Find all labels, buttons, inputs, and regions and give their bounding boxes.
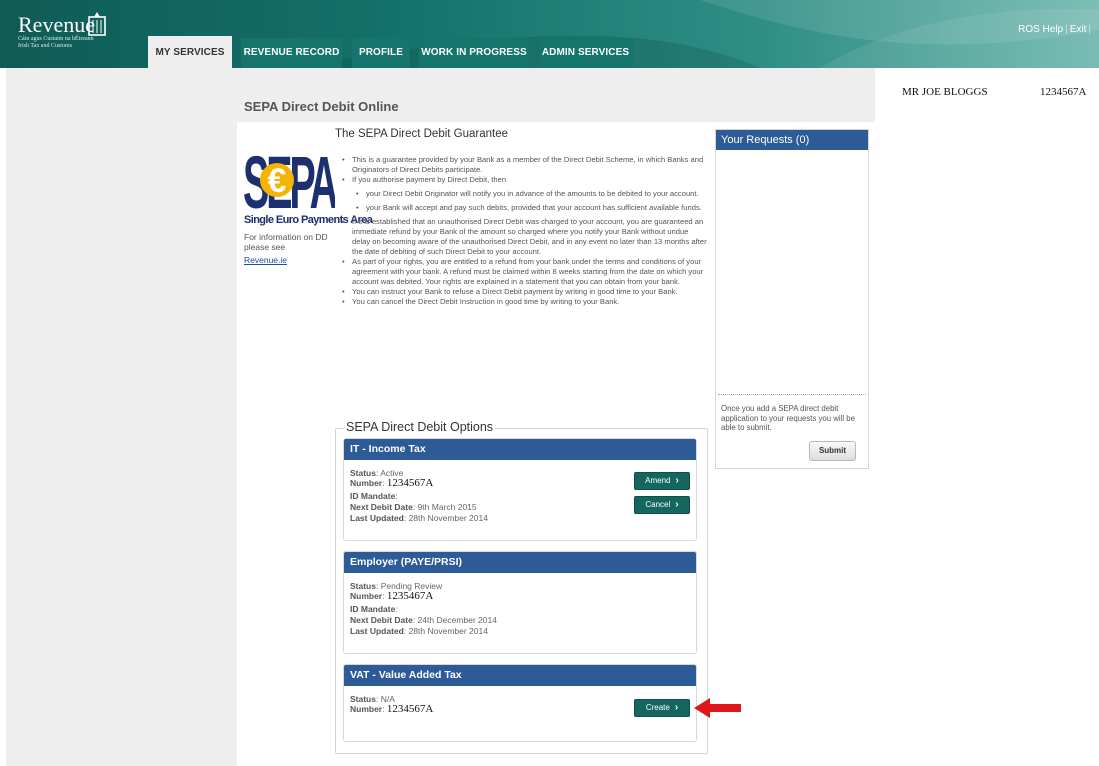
dd-info-text: For information on DD please see	[244, 232, 328, 252]
last-updated-field: Last Updated: 28th November 2014	[350, 513, 488, 523]
number-field: Number: 1234567A	[350, 703, 434, 715]
submit-button[interactable]: Submit	[809, 441, 856, 461]
ros-help-link[interactable]: ROS Help	[1018, 24, 1063, 35]
header-links: ROS Help | Exit |	[1018, 24, 1091, 35]
income-tax-card: IT - Income Tax Status: Active Number: 1…	[343, 438, 697, 541]
mandate-field: ID Mandate:	[350, 491, 398, 501]
employer-card: Employer (PAYE/PRSI) Status: Pending Rev…	[343, 551, 697, 654]
sepa-logo: SEPA €	[243, 141, 335, 214]
amend-button[interactable]: Amend ›	[634, 472, 690, 490]
tab-revenue-record[interactable]: REVENUE RECORD	[241, 38, 342, 68]
tab-my-services[interactable]: MY SERVICES	[148, 36, 232, 68]
options-legend: SEPA Direct Debit Options	[344, 420, 496, 434]
chevron-right-icon: ›	[675, 475, 679, 486]
cancel-button[interactable]: Cancel ›	[634, 496, 690, 514]
number-field: Number: 1235467A	[350, 590, 434, 602]
user-id: 1234567A	[1040, 86, 1087, 98]
tab-profile[interactable]: PROFILE	[352, 38, 410, 68]
create-button[interactable]: Create ›	[634, 699, 690, 717]
guarantee-item: This is a guarantee provided by your Ban…	[342, 155, 707, 175]
guarantee-item: If you authorise payment by Direct Debit…	[342, 175, 707, 185]
exit-link[interactable]: Exit	[1070, 24, 1087, 35]
tab-admin-services[interactable]: ADMIN SERVICES	[538, 38, 633, 68]
chevron-right-icon: ›	[674, 702, 679, 713]
guarantee-subitem: your Bank will accept and pay such debit…	[342, 203, 707, 213]
svg-text:€: €	[268, 162, 287, 200]
number-field: Number: 1234567A	[350, 477, 434, 489]
user-name: MR JOE BLOGGS	[902, 86, 988, 98]
guarantee-item: As part of your rights, you are entitled…	[342, 257, 707, 287]
page-title: SEPA Direct Debit Online	[244, 99, 399, 114]
top-banner: Revenue Cáin agus Custaim na hÉireann Ir…	[0, 0, 1099, 68]
tab-work-in-progress[interactable]: WORK IN PROGRESS	[419, 38, 529, 68]
requests-title: Your Requests (0)	[716, 130, 868, 150]
card-title: VAT - Value Added Tax	[344, 665, 696, 686]
guarantee-item: You can cancel the Direct Debit Instruct…	[342, 297, 707, 307]
mandate-field: ID Mandate:	[350, 604, 398, 614]
vat-card: VAT - Value Added Tax Status: N/A Number…	[343, 664, 697, 742]
chevron-right-icon: ›	[675, 499, 679, 510]
revenue-link[interactable]: Revenue.ie	[244, 255, 287, 265]
guarantee-list: This is a guarantee provided by your Ban…	[342, 155, 707, 307]
requests-divider	[718, 394, 866, 395]
guarantee-item: If it is established that an unauthorise…	[342, 217, 707, 257]
requests-panel: Your Requests (0) Once you add a SEPA di…	[715, 129, 869, 469]
last-updated-field: Last Updated: 28th November 2014	[350, 626, 488, 636]
red-arrow-icon	[694, 698, 741, 718]
harp-icon	[88, 12, 106, 36]
guarantee-subitem: your Direct Debit Originator will notify…	[342, 189, 707, 199]
revenue-logo[interactable]: Revenue Cáin agus Custaim na hÉireann Ir…	[18, 14, 95, 50]
guarantee-title: The SEPA Direct Debit Guarantee	[335, 128, 509, 140]
card-title: Employer (PAYE/PRSI)	[344, 552, 696, 573]
guarantee-item: You can instruct your Bank to refuse a D…	[342, 287, 707, 297]
requests-note: Once you add a SEPA direct debit applica…	[721, 404, 855, 432]
next-debit-field: Next Debit Date: 24th December 2014	[350, 615, 497, 625]
card-title: IT - Income Tax	[344, 439, 696, 460]
next-debit-field: Next Debit Date: 9th March 2015	[350, 502, 477, 512]
